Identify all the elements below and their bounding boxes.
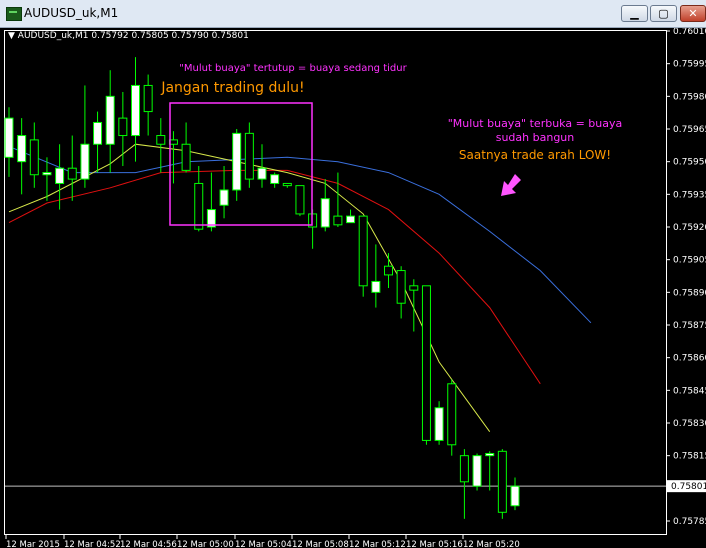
bear-candle — [459, 455, 469, 483]
close-button[interactable]: ✕ — [680, 5, 706, 22]
collapse-arrow-icon[interactable]: ▼ — [8, 31, 15, 41]
x-tick-label: 12 Mar 2015 — [6, 540, 60, 548]
current-price-label: 0.75801 — [671, 482, 706, 492]
chart-header: ▼ AUDUSD_uk,M1 0.75792 0.75805 0.75790 0… — [8, 31, 249, 41]
bear-candle — [396, 270, 406, 304]
bear-candle — [384, 265, 393, 276]
bull-candle — [257, 167, 267, 180]
bear-candle — [447, 383, 457, 446]
bull-candle — [55, 167, 65, 184]
x-tick-label: 12 Mar 05:20 — [463, 540, 520, 548]
bear-candle — [358, 215, 368, 287]
high-value: 0.75805 — [131, 31, 169, 41]
wake-annotation-title-1: "Mulut buaya" terbuka = buaya — [447, 117, 623, 130]
y-tick-label: 0.75830 — [673, 419, 706, 429]
bull-candle — [270, 174, 280, 184]
y-tick-label: 0.76010 — [673, 28, 706, 37]
bear-candle — [29, 139, 39, 176]
y-tick-label: 0.75950 — [673, 158, 706, 168]
low-value: 0.75790 — [171, 31, 209, 41]
bull-candle — [472, 455, 482, 487]
bull-candle — [105, 95, 115, 145]
bull-candle — [485, 452, 495, 457]
y-tick-label: 0.75890 — [673, 288, 706, 298]
bear-candle — [67, 167, 77, 180]
bull-candle — [219, 189, 229, 206]
y-tick-label: 0.75935 — [673, 190, 706, 200]
sleep-annotation-note: Jangan trading dulu! — [161, 80, 305, 96]
bull-candle — [93, 121, 103, 145]
bear-candle — [295, 185, 305, 215]
sleep-annotation-title: "Mulut buaya" tertutup = buaya sedang ti… — [179, 63, 407, 74]
bear-candle — [244, 132, 254, 180]
maximize-icon: ▢ — [658, 7, 669, 20]
bull-candle — [4, 117, 14, 158]
bull-candle — [131, 84, 140, 137]
x-tick-label: 12 Mar 05:12 — [349, 540, 406, 548]
bull-candle — [510, 485, 520, 507]
bear-candle — [282, 182, 292, 187]
bear-candle — [497, 450, 507, 513]
y-tick-label: 0.75965 — [673, 125, 706, 135]
y-tick-label: 0.75845 — [673, 386, 706, 396]
open-value: 0.75792 — [91, 31, 129, 41]
y-tick-label: 0.75785 — [673, 517, 706, 527]
maximize-button[interactable]: ▢ — [650, 5, 677, 22]
bull-candle — [434, 407, 444, 441]
bull-candle — [42, 172, 52, 176]
close-icon: ✕ — [688, 7, 698, 20]
x-tick-label: 12 Mar 04:56 — [120, 540, 177, 548]
bear-candle — [156, 135, 166, 145]
bear-candle — [409, 285, 419, 291]
bull-candle — [371, 280, 381, 293]
wake-annotation-title-2: sudah bangun — [495, 131, 575, 144]
bull-candle — [232, 132, 242, 191]
y-tick-label: 0.75920 — [673, 223, 706, 233]
bear-candle — [421, 285, 431, 441]
chart-window-icon — [6, 7, 22, 21]
bear-candle — [118, 117, 128, 137]
window-titlebar: AUDUSD_uk,M1 ▁ ▢ ✕ — [0, 0, 706, 28]
bear-candle — [194, 182, 204, 230]
minimize-button[interactable]: ▁ — [621, 5, 648, 22]
window-title: AUDUSD_uk,M1 — [24, 6, 119, 20]
y-tick-label: 0.75980 — [673, 92, 706, 102]
x-tick-label: 12 Mar 04:52 — [64, 540, 121, 548]
bull-candle — [80, 143, 90, 180]
bull-candle — [320, 198, 330, 228]
minimize-icon: ▁ — [630, 7, 639, 20]
x-tick-label: 12 Mar 05:16 — [406, 540, 463, 548]
bear-candle — [333, 215, 343, 226]
y-tick-label: 0.75860 — [673, 354, 706, 364]
x-tick-label: 12 Mar 05:00 — [177, 540, 234, 548]
y-tick-label: 0.75995 — [673, 60, 706, 70]
bull-candle — [17, 135, 27, 163]
x-tick-label: 12 Mar 05:08 — [292, 540, 349, 548]
y-tick-label: 0.75815 — [673, 452, 706, 462]
bull-candle — [346, 215, 356, 224]
x-tick-label: 12 Mar 05:04 — [235, 540, 292, 548]
chart-symbol: AUDUSD_uk,M1 — [17, 31, 89, 41]
close-value: 0.75801 — [211, 31, 249, 41]
price-chart[interactable]: 0.76010 0.75995 0.75980 0.75965 0.75950 0.759… — [0, 28, 706, 548]
wake-annotation-note: Saatnya trade arah LOW! — [458, 148, 612, 162]
y-tick-label: 0.75905 — [673, 256, 706, 266]
bear-candle — [181, 143, 191, 171]
y-tick-label: 0.75875 — [673, 321, 706, 331]
